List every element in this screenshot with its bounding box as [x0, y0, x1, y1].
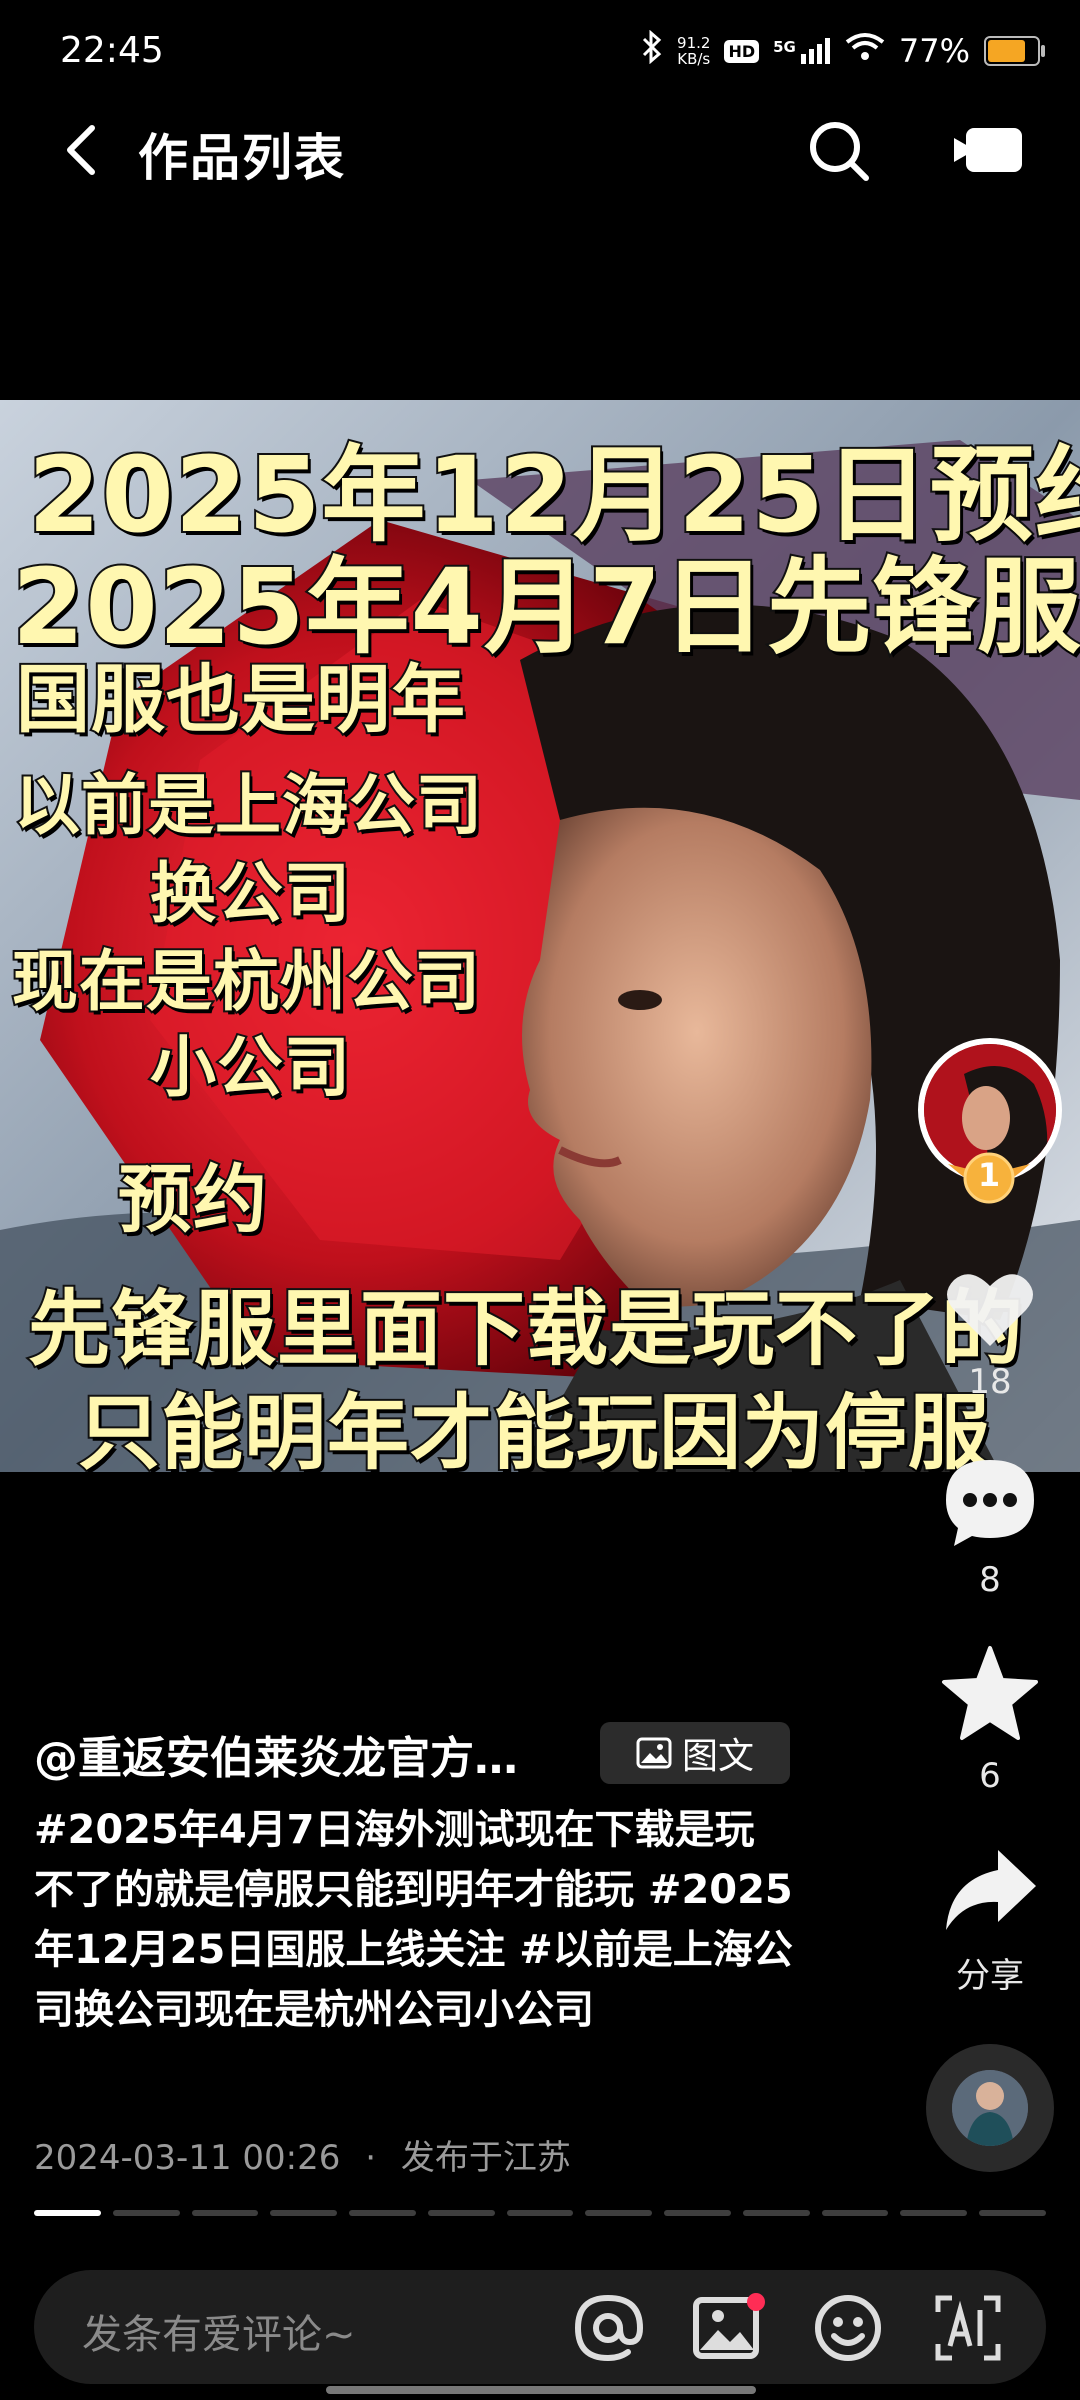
favorite-button[interactable] — [940, 1644, 1040, 1744]
post-meta: 2024-03-11 00:26 · 发布于江苏 — [34, 2130, 571, 2179]
hero-line-5: 换公司 — [148, 853, 352, 934]
author-name[interactable]: @重返安伯莱炎龙官方… — [34, 1722, 518, 1786]
share-label: 分享 — [956, 1956, 1024, 1996]
hero-line-4: 以前是上海公司 — [12, 765, 484, 846]
network-speed: 91.2 KB/s — [677, 34, 711, 68]
post-caption[interactable]: #2025年4月7日海外测试现在下载是玩不了的就是停服只能到明年才能玩 #202… — [34, 1800, 794, 2040]
search-button[interactable] — [806, 118, 872, 184]
rank-badge-number: 1 — [977, 1156, 1001, 1194]
image-page-indicator — [34, 2210, 1046, 2216]
comment-count: 8 — [979, 1560, 1001, 1600]
page-indicator-segment — [112, 2210, 180, 2216]
page-indicator-segment — [742, 2210, 810, 2216]
post-location: 发布于江苏 — [400, 2138, 571, 2178]
chevron-left-icon — [67, 125, 95, 175]
page-indicator-segment — [585, 2210, 653, 2216]
music-disc[interactable] — [926, 2044, 1054, 2172]
emoji-icon — [815, 2295, 881, 2361]
post-date: 2024-03-11 00:26 — [34, 2138, 341, 2178]
page-indicator-segment — [821, 2210, 889, 2216]
hero-line-8: 预约 — [116, 1155, 269, 1245]
status-time: 22:45 — [60, 30, 164, 71]
music-cover — [952, 2070, 1028, 2146]
emoji-button[interactable] — [810, 2290, 886, 2366]
page-indicator-segment — [900, 2210, 968, 2216]
page-title: 作品列表 — [138, 129, 346, 187]
post-type-badge[interactable]: 图文 — [600, 1722, 790, 1784]
image-icon — [693, 2293, 765, 2359]
hd-badge: HD — [724, 39, 760, 63]
battery-icon — [984, 36, 1045, 66]
video-camera-icon — [954, 128, 1022, 172]
back-button[interactable] — [56, 120, 116, 180]
page-indicator-segment — [191, 2210, 259, 2216]
status-icons: 91.2 KB/s HD 5G 77% — [641, 29, 1045, 72]
page-indicator-segment — [270, 2210, 338, 2216]
page-indicator-segment — [349, 2210, 416, 2216]
wifi-icon — [845, 32, 885, 70]
comment-button[interactable] — [940, 1452, 1040, 1552]
ai-icon — [935, 2295, 1001, 2361]
video-camera-button[interactable] — [952, 120, 1024, 180]
hero-line-7: 小公司 — [148, 1027, 352, 1108]
like-count: 18 — [968, 1362, 1012, 1402]
page-indicator-segment — [506, 2210, 574, 2216]
page-indicator-segment — [664, 2210, 731, 2216]
hero-line-9: 先锋服里面下载是玩不了的 — [26, 1280, 1025, 1379]
rank-badge: 1 — [946, 1150, 1032, 1206]
bluetooth-icon — [641, 29, 663, 72]
search-icon — [810, 122, 869, 181]
star-icon — [942, 1646, 1038, 1740]
post-type-label: 图文 — [681, 1736, 754, 1777]
heart-icon — [947, 1274, 1033, 1346]
share-arrow-icon — [946, 1850, 1036, 1930]
battery-percent: 77% — [898, 32, 970, 70]
share-button[interactable] — [940, 1840, 1040, 1940]
comment-bubble-icon — [946, 1460, 1034, 1546]
hero-line-6: 现在是杭州公司 — [10, 941, 482, 1022]
page-indicator-segment — [427, 2210, 495, 2216]
status-bar: 22:45 91.2 KB/s HD 5G 77% — [0, 0, 1080, 100]
home-indicator[interactable] — [326, 2386, 756, 2394]
mention-button[interactable] — [570, 2290, 646, 2366]
image-text-icon — [636, 1737, 672, 1769]
comment-placeholder: 发条有爱评论~ — [82, 2312, 356, 2358]
at-icon — [574, 2294, 644, 2362]
post-image[interactable]: 2025年12月25日预约 2025年4月7日先锋服 国服也是明年 以前是上海公… — [0, 400, 1080, 1472]
meta-separator: · — [365, 2138, 377, 2178]
signal-icon: 5G — [773, 38, 831, 64]
page-indicator-segment — [34, 2210, 101, 2216]
hero-line-3: 国服也是明年 — [14, 655, 467, 745]
image-button[interactable] — [690, 2290, 766, 2366]
favorite-count: 6 — [979, 1756, 1001, 1796]
like-button[interactable] — [940, 1260, 1040, 1360]
hero-line-10: 只能明年才能玩因为停服 — [76, 1384, 992, 1472]
page-indicator-segment — [979, 2210, 1046, 2216]
ai-button[interactable] — [930, 2290, 1006, 2366]
